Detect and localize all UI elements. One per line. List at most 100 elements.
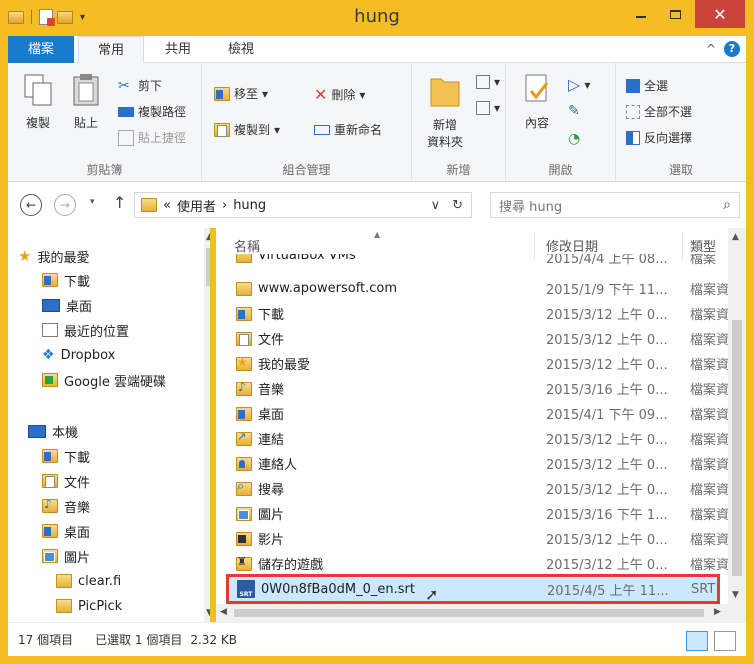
- nav-item-pc-desktop[interactable]: 桌面: [42, 519, 90, 543]
- nav-item-picpick[interactable]: PicPick: [56, 594, 122, 618]
- scroll-down-icon[interactable]: ▼: [206, 608, 210, 618]
- search-icon[interactable]: ⌕: [723, 197, 731, 213]
- nav-item-desktop[interactable]: 桌面: [42, 293, 92, 317]
- file-type: 檔案資: [690, 533, 730, 548]
- search-input[interactable]: 搜尋 hung ⌕: [490, 192, 740, 218]
- delete-button[interactable]: ✕ 刪除 ▾: [314, 85, 365, 104]
- breadcrumb-separator[interactable]: ›: [222, 198, 227, 213]
- scroll-left-icon[interactable]: ◀: [220, 607, 227, 617]
- file-date: 2015/3/12 上午 0...: [546, 333, 668, 348]
- nav-item-recent[interactable]: 最近的位置: [42, 318, 129, 342]
- table-row-selected[interactable]: SRT 0W0n8fBa0dM_0_en.srt 2015/4/5 上午 11..…: [226, 574, 720, 604]
- address-bar[interactable]: « 使用者 › hung ∨ ↻: [134, 192, 472, 218]
- copy-path-button[interactable]: 複製路徑: [118, 103, 186, 120]
- copy-to-dropdown-icon: ▾: [274, 122, 281, 137]
- breadcrumb-users[interactable]: 使用者: [177, 196, 216, 215]
- scroll-up-icon[interactable]: ▲: [732, 232, 739, 242]
- breadcrumb-overflow[interactable]: «: [163, 198, 171, 213]
- table-row[interactable]: 圖片 2015/3/16 下午 1... 檔案資: [216, 501, 729, 526]
- select-none-button[interactable]: 全部不選: [626, 103, 692, 120]
- nav-item-this-pc[interactable]: 本機: [28, 419, 78, 443]
- nav-item-dropbox[interactable]: ❖ Dropbox: [42, 343, 115, 367]
- tab-view[interactable]: 檢視: [213, 36, 269, 63]
- nav-item-music[interactable]: 音樂: [42, 494, 90, 518]
- history-button[interactable]: ◔: [568, 131, 580, 147]
- nav-item-pc-downloads[interactable]: 下載: [42, 444, 90, 468]
- file-name: 連絡人: [236, 454, 536, 473]
- up-button[interactable]: ↑: [113, 193, 126, 212]
- nav-scroll-thumb[interactable]: [206, 248, 210, 286]
- table-row[interactable]: 連結 2015/3/12 上午 0... 檔案資: [216, 426, 729, 451]
- nav-item-pictures[interactable]: 圖片: [42, 544, 90, 568]
- large-icons-view-button[interactable]: [714, 631, 736, 651]
- new-folder-button[interactable]: 新增 資料夾: [420, 71, 470, 150]
- nav-item-google-drive[interactable]: Google 雲端硬碟: [42, 368, 166, 392]
- tab-share[interactable]: 共用: [148, 36, 208, 63]
- copy-button[interactable]: 複製: [18, 73, 58, 131]
- nav-item-downloads[interactable]: 下載: [42, 268, 90, 292]
- scroll-right-icon[interactable]: ▶: [714, 607, 721, 617]
- tab-home[interactable]: 常用: [78, 36, 144, 64]
- table-row[interactable]: 搜尋 2015/3/12 上午 0... 檔案資: [216, 476, 729, 501]
- select-all-button[interactable]: 全選: [626, 77, 668, 94]
- scroll-down-icon[interactable]: ▼: [732, 590, 739, 600]
- list-horizontal-scrollbar[interactable]: ◀ ▶: [216, 604, 728, 622]
- nav-item-favorites[interactable]: ★ 我的最愛: [18, 244, 89, 268]
- rename-button[interactable]: 重新命名: [314, 121, 382, 138]
- search-placeholder: 搜尋 hung: [499, 199, 563, 215]
- nav-scrollbar[interactable]: ▲ ▼: [204, 228, 210, 622]
- details-view-button[interactable]: [686, 631, 708, 651]
- paste-shortcut-button[interactable]: 貼上捷徑: [118, 129, 186, 146]
- view-switcher: [686, 631, 736, 651]
- table-row[interactable]: www.apowersoft.com 2015/1/9 下午 11... 檔案資: [216, 276, 729, 301]
- new-item-button[interactable]: ▾: [476, 75, 500, 89]
- collapse-ribbon-icon[interactable]: ^: [706, 42, 716, 56]
- close-button[interactable]: ✕: [695, 0, 745, 28]
- tab-file[interactable]: 檔案: [8, 36, 74, 63]
- table-row[interactable]: 下載 2015/3/12 上午 0... 檔案資: [216, 301, 729, 326]
- minimize-button[interactable]: [626, 0, 656, 28]
- paste-button[interactable]: 貼上: [66, 73, 106, 131]
- open-button[interactable]: ▷ ▾: [568, 75, 590, 94]
- easy-access-button[interactable]: ▾: [476, 101, 500, 115]
- clipboard-group: 複製 貼上 ✂ 剪下 複製路徑 貼上捷徑 剪貼簿: [8, 63, 202, 182]
- table-row[interactable]: 桌面 2015/4/1 下午 09... 檔案資: [216, 401, 729, 426]
- table-row[interactable]: 我的最愛 2015/3/12 上午 0... 檔案資: [216, 351, 729, 376]
- forward-button[interactable]: →: [54, 194, 76, 216]
- table-row[interactable]: 連絡人 2015/3/12 上午 0... 檔案資: [216, 451, 729, 476]
- cut-button[interactable]: ✂ 剪下: [118, 77, 162, 94]
- list-vertical-scrollbar[interactable]: ▲ ▼: [728, 228, 746, 622]
- ribbon-controls: ^ ?: [706, 41, 740, 57]
- desktop-icon: [42, 524, 58, 538]
- edit-button[interactable]: ✎: [568, 103, 580, 119]
- refresh-icon[interactable]: ↻: [452, 198, 463, 213]
- nav-item-label: 最近的位置: [64, 324, 130, 340]
- invert-selection-button[interactable]: 反向選擇: [626, 129, 692, 146]
- clipboard-group-label: 剪貼簿: [86, 163, 123, 177]
- file-type: 檔案資: [690, 308, 730, 323]
- maximize-button[interactable]: [660, 0, 690, 28]
- properties-button[interactable]: 內容: [514, 73, 560, 131]
- table-row[interactable]: 影片 2015/3/12 上午 0... 檔案資: [216, 526, 729, 551]
- paste-icon: [73, 74, 99, 106]
- nav-item-documents[interactable]: 文件: [42, 469, 90, 493]
- address-history-dropdown-icon[interactable]: ∨: [431, 198, 441, 213]
- help-icon[interactable]: ?: [724, 41, 740, 57]
- table-row[interactable]: 儲存的遊戲 2015/3/12 上午 0... 檔案資: [216, 551, 729, 576]
- file-type: 檔案資: [690, 333, 730, 348]
- move-to-button[interactable]: 移至 ▾: [214, 85, 268, 102]
- table-row[interactable]: 音樂 2015/3/16 上午 0... 檔案資: [216, 376, 729, 401]
- list-hscroll-thumb[interactable]: [234, 609, 704, 617]
- list-scroll-thumb[interactable]: [732, 320, 742, 576]
- table-row[interactable]: VirtualBox VMs 2015/4/4 上午 08... 檔案資: [216, 254, 716, 268]
- recent-locations-dropdown-icon[interactable]: ▾: [90, 197, 95, 207]
- copy-to-button[interactable]: 複製到 ▾: [214, 121, 280, 138]
- breadcrumb-hung[interactable]: hung: [233, 198, 266, 213]
- scroll-up-icon[interactable]: ▲: [206, 232, 210, 242]
- nav-item-clearfi[interactable]: clear.fi: [56, 569, 121, 593]
- nav-item-label: 音樂: [64, 500, 91, 516]
- table-row[interactable]: 文件 2015/3/12 上午 0... 檔案資: [216, 326, 729, 351]
- documents-icon: [42, 474, 58, 488]
- back-button[interactable]: ←: [20, 194, 42, 216]
- properties-icon: [525, 74, 549, 102]
